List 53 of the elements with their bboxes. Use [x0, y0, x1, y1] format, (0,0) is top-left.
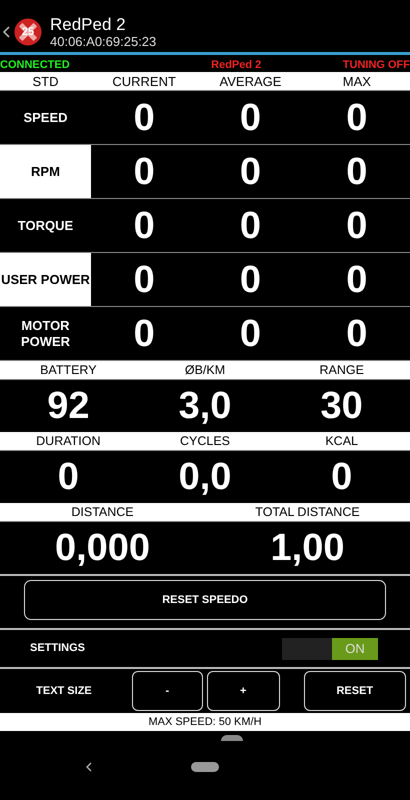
home-button[interactable] — [191, 762, 219, 772]
metric-value: 0 — [238, 312, 262, 357]
row-label: USER POWER — [0, 253, 91, 306]
text-size-label: TEXT SIZE — [35, 684, 93, 699]
column-header: MAX — [342, 73, 372, 90]
metric-value: 0 — [132, 204, 156, 249]
decrease-button[interactable]: - — [132, 671, 203, 711]
reset-speedo-button[interactable]: RESET SPEEDO — [24, 580, 386, 620]
stat-value: 0 — [330, 455, 354, 500]
stat-value: 30 — [320, 384, 364, 429]
tuning-status: TUNING OFF — [342, 58, 410, 72]
stat-value: 0,000 — [54, 526, 152, 571]
metric-value: 0 — [238, 96, 262, 141]
metric-value: 0 — [345, 312, 368, 357]
back-icon[interactable] — [3, 26, 10, 38]
stat-label: DISTANCE — [70, 504, 135, 521]
metric-value: 0 — [345, 150, 368, 195]
stat-label: CYCLES — [178, 433, 232, 450]
metric-value: 0 — [345, 96, 368, 141]
stat-value: 1,00 — [270, 526, 346, 571]
device-title: RedPed 2 — [50, 15, 127, 34]
stat-label: DURATION — [35, 433, 102, 450]
metric-value: 0 — [345, 258, 368, 303]
increase-button[interactable]: + — [206, 671, 280, 711]
metric-value: 0 — [132, 96, 156, 141]
device-address: 40:06:A0:69:25:23 — [50, 34, 156, 49]
column-header: AVERAGE — [218, 73, 282, 90]
stat-label: KCAL — [324, 433, 359, 450]
metric-value: 0 — [345, 204, 368, 249]
metric-value: 0 — [238, 150, 262, 195]
stat-label: TOTAL DISTANCE — [254, 504, 361, 521]
device-name: RedPed 2 — [211, 58, 262, 72]
metric-value: 0 — [132, 150, 156, 195]
max-speed-label: MAX SPEED: 50 KM/H — [0, 713, 410, 731]
handle-icon — [221, 735, 243, 741]
settings-label: SETTINGS — [30, 641, 86, 656]
metric-value: 0 — [238, 204, 262, 249]
stat-label: ØB/KM — [184, 362, 226, 379]
stat-label: RANGE — [318, 362, 365, 379]
connection-status: CONNECTED — [0, 58, 70, 72]
stat-value: 3,0 — [178, 384, 232, 429]
metric-value: 0 — [132, 312, 156, 357]
stat-value: 0,0 — [178, 455, 232, 500]
back-icon[interactable] — [86, 762, 92, 772]
row-label: RPM — [0, 145, 91, 198]
stat-label: BATTERY — [39, 362, 98, 379]
metric-value: 0 — [132, 258, 156, 303]
metric-value: 0 — [238, 258, 262, 303]
column-header: CURRENT — [111, 73, 177, 90]
column-header: STD — [32, 73, 60, 90]
stat-value: 0 — [56, 455, 80, 500]
reset-button[interactable]: RESET — [304, 671, 406, 711]
stat-value: 92 — [46, 384, 90, 429]
